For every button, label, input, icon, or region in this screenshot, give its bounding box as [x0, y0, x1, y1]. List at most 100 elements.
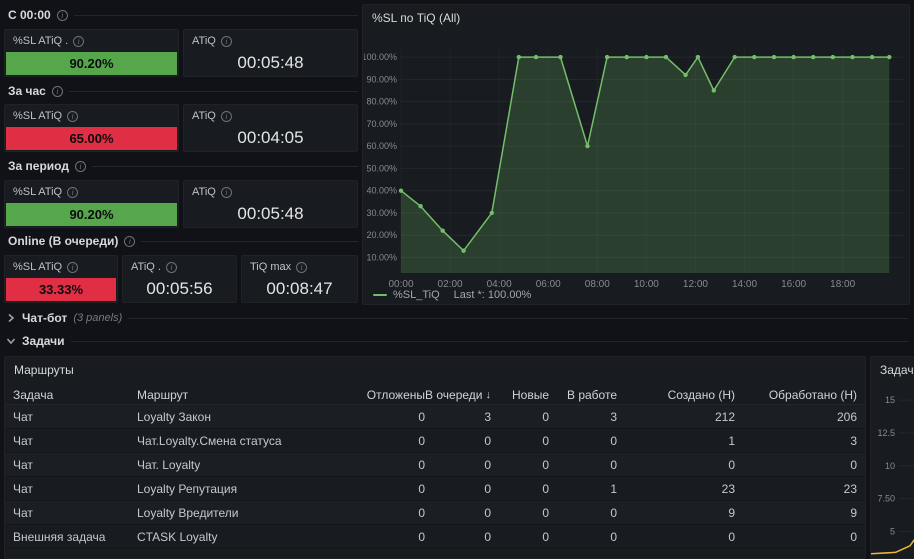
panel-title[interactable]: ATiQ [192, 35, 232, 47]
stat-bar: 65.00% [6, 127, 177, 150]
row-header-za-period[interactable]: За период [8, 158, 358, 174]
table-cell: 1 [610, 481, 617, 496]
panel-title[interactable]: ATiQ . [131, 261, 177, 273]
panel-title[interactable]: ATiQ [192, 186, 232, 198]
info-icon[interactable] [67, 186, 79, 198]
stat-value: 00:05:56 [146, 279, 213, 298]
panel-title[interactable]: TiQ max [250, 261, 308, 273]
table-cell: 0 [610, 457, 617, 472]
table-cell: 0 [850, 529, 857, 544]
table-cell: 3 [610, 409, 617, 424]
column-header-5[interactable]: В работе [549, 388, 617, 402]
column-header-2[interactable]: Отложены [345, 388, 425, 402]
table-cell: 0 [418, 505, 425, 520]
panel-title[interactable]: %SL по TiQ (All) [372, 11, 460, 25]
panel-title-text: TiQ max [250, 261, 292, 273]
column-header-0[interactable]: Задача [13, 388, 137, 402]
table-cell: 0 [484, 529, 491, 544]
row-panel-count: (3 panels) [73, 312, 123, 324]
divider [70, 340, 908, 342]
info-icon[interactable] [51, 85, 63, 97]
info-icon[interactable] [56, 9, 68, 21]
column-header-6[interactable]: Создано (H) [617, 388, 735, 402]
panel-title-text: %SL ATiQ [13, 186, 63, 198]
info-icon[interactable] [220, 35, 232, 47]
column-header-3[interactable]: В очереди ↓ [425, 388, 491, 402]
column-header-4[interactable]: Новые [491, 388, 549, 402]
panel-title[interactable]: %SL ATiQ [13, 261, 79, 273]
svg-text:7.50: 7.50 [877, 494, 895, 504]
info-icon[interactable] [220, 110, 232, 122]
legend-last-value: Last *: 100.00% [453, 289, 532, 301]
column-header-7[interactable]: Обработано (H) [735, 388, 857, 402]
panel-title[interactable]: Маршруты [14, 363, 74, 377]
table-cell: Чат [13, 505, 33, 520]
table-body: Чат Loyalty Закон 0 3 0 3 212 206 Чат Чат.Loyalty… [5, 405, 865, 549]
table-cell: 0 [610, 529, 617, 544]
table-row: Внешняя задача CTASK Loyalty 0 0 0 0 0 0 [5, 525, 865, 549]
legend-series-label[interactable]: %SL_TiQ [393, 289, 440, 301]
row-header-tasks[interactable]: Задачи [6, 333, 908, 349]
divider [141, 240, 358, 242]
stat-value: 00:08:47 [266, 279, 333, 298]
table-cell: 0 [542, 481, 549, 496]
table-cell: 0 [484, 505, 491, 520]
timeseries-panel-tasks: Задачи (All 15 12.5 10 7.50 5 [870, 356, 914, 559]
panel-title[interactable]: Задачи (All [880, 363, 914, 377]
table-cell: 0 [542, 457, 549, 472]
info-icon[interactable] [124, 235, 136, 247]
svg-text:90.00%: 90.00% [366, 74, 397, 84]
chart-legend[interactable]: %SL_TiQ Last *: 100.00% [373, 289, 531, 301]
stat-panel-sl-atiq: %SL ATiQ 33.33% [4, 255, 118, 303]
panel-title[interactable]: %SL ATiQ [13, 186, 79, 198]
info-icon[interactable] [74, 160, 86, 172]
table-cell: Loyalty Репутация [137, 481, 238, 496]
stat-value: 33.33% [38, 282, 84, 297]
svg-text:10.00%: 10.00% [366, 252, 397, 262]
info-icon[interactable] [296, 261, 308, 273]
panel-title[interactable]: ATiQ [192, 110, 232, 122]
row-header-chatbot[interactable]: Чат-бот (3 panels) [6, 310, 908, 326]
panel-title[interactable]: %SL ATiQ . [13, 35, 85, 47]
row-label: С 00:00 [8, 8, 51, 22]
timeseries-plot[interactable]: 00:00 02:00 04:00 06:00 08:00 10:00 12:00 14:00… [364, 29, 910, 291]
info-icon[interactable] [67, 261, 79, 273]
table-cell: Loyalty Закон [137, 409, 211, 424]
row-header-za-chas[interactable]: За час [8, 83, 358, 99]
svg-text:80.00%: 80.00% [366, 97, 397, 107]
info-icon[interactable] [165, 261, 177, 273]
table-cell: 0 [542, 505, 549, 520]
divider [91, 165, 358, 167]
svg-text:10: 10 [885, 461, 895, 471]
timeseries-panel-sl-tiq: %SL по TiQ (All) 00:00 02:00 04:00 06:00 08:… [362, 4, 910, 305]
table-cell: Чат.Loyalty.Смена статуса [137, 433, 282, 448]
panel-title[interactable]: %SL ATiQ [13, 110, 79, 122]
info-icon[interactable] [73, 35, 85, 47]
row-header-online[interactable]: Online (В очереди) [8, 233, 358, 249]
table-cell: 0 [418, 409, 425, 424]
table-header-row: Задача Маршрут Отложены В очереди ↓ Новые В ра… [5, 385, 865, 405]
timeseries-plot[interactable]: 15 12.5 10 7.50 5 [871, 379, 914, 559]
table-cell: 0 [418, 433, 425, 448]
info-icon[interactable] [67, 110, 79, 122]
table-cell: 0 [542, 529, 549, 544]
table-cell: 9 [728, 505, 735, 520]
info-icon[interactable] [220, 186, 232, 198]
svg-text:40.00%: 40.00% [366, 186, 397, 196]
table-row: Чат Чат.Loyalty.Смена статуса 0 0 0 0 1 3 [5, 429, 865, 453]
stat-value: 90.20% [69, 56, 114, 71]
table-cell: 0 [418, 457, 425, 472]
stat-value: 65.00% [69, 131, 114, 146]
table-cell: 0 [418, 529, 425, 544]
divider [68, 90, 358, 92]
table-cell: Чат [13, 457, 33, 472]
panel-title-text: %SL ATiQ [13, 261, 63, 273]
row-header-from-0000[interactable]: С 00:00 [8, 7, 358, 23]
table-cell: 0 [610, 505, 617, 520]
column-header-1[interactable]: Маршрут [137, 388, 345, 402]
svg-text:5: 5 [890, 526, 895, 536]
table-cell: 0 [728, 457, 735, 472]
stat-bar: 90.20% [6, 52, 177, 75]
table-panel-routes: Маршруты Задача Маршрут Отложены В очереди ↓… [4, 356, 866, 559]
row-label: За час [8, 84, 46, 98]
